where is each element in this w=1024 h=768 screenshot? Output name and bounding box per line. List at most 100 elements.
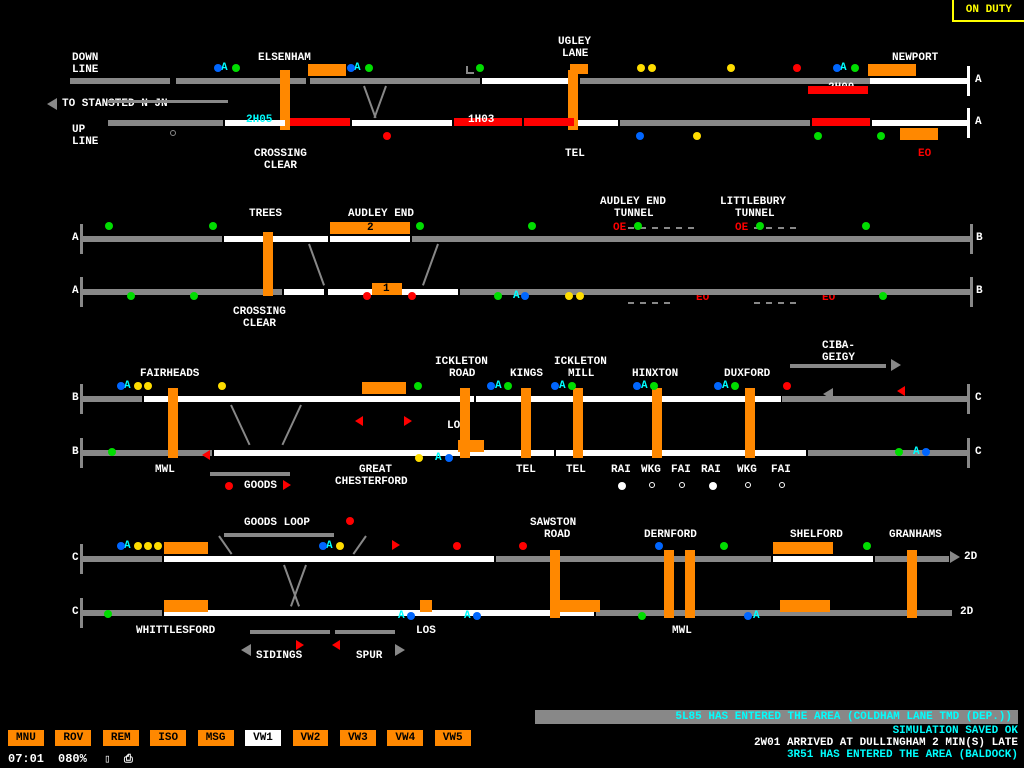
vw2-button[interactable]: VW2 <box>293 730 329 746</box>
signal-dot[interactable] <box>319 542 327 550</box>
signal-dot[interactable] <box>551 382 559 390</box>
signal-dot[interactable] <box>363 292 371 300</box>
signal-dot[interactable] <box>851 64 859 72</box>
shunt-signal-icon[interactable] <box>332 640 340 650</box>
shunt-signal-icon[interactable] <box>355 416 363 426</box>
track-gray <box>782 396 970 402</box>
signal-dot[interactable] <box>576 292 584 300</box>
signal-dot[interactable] <box>383 132 391 140</box>
signal-dot[interactable] <box>487 382 495 390</box>
print-icon[interactable]: ⎙ <box>124 754 133 766</box>
signal-dot[interactable] <box>636 132 644 140</box>
signal-dot[interactable] <box>117 542 125 550</box>
vw4-button[interactable]: VW4 <box>387 730 423 746</box>
train-id[interactable]: 2H05 <box>246 114 272 126</box>
signal-dot[interactable] <box>144 542 152 550</box>
signal-dot[interactable] <box>127 292 135 300</box>
signal-dot[interactable] <box>476 64 484 72</box>
shunt-signal-icon[interactable] <box>392 540 400 550</box>
signal-dot[interactable] <box>756 222 764 230</box>
signal-dot[interactable] <box>650 382 658 390</box>
shunt-signal-icon[interactable] <box>897 386 905 396</box>
signal-dot[interactable] <box>833 64 841 72</box>
msg3: 2W01 ARRIVED AT DULLINGHAM 2 MIN(S) LATE <box>535 737 1018 749</box>
signal-dot[interactable] <box>414 382 422 390</box>
signal-dot[interactable] <box>793 64 801 72</box>
signal-dot[interactable] <box>473 612 481 620</box>
signal-dot[interactable] <box>744 612 752 620</box>
signal-dot[interactable] <box>232 64 240 72</box>
signal-dot[interactable] <box>144 382 152 390</box>
signal-dot[interactable] <box>655 542 663 550</box>
signal-dot[interactable] <box>693 132 701 140</box>
signal-dot[interactable] <box>225 482 233 490</box>
signal-dot[interactable] <box>877 132 885 140</box>
signal-dot[interactable] <box>209 222 217 230</box>
signal-dot[interactable] <box>415 454 423 462</box>
signal-dot[interactable] <box>714 382 722 390</box>
end-letter: C <box>975 392 982 404</box>
iso-button[interactable]: ISO <box>150 730 186 746</box>
signal-dot[interactable] <box>170 130 176 136</box>
signal-dot[interactable] <box>727 64 735 72</box>
signal-dot[interactable] <box>494 292 502 300</box>
rov-button[interactable]: ROV <box>55 730 91 746</box>
signal-dot[interactable] <box>638 612 646 620</box>
signal-dot[interactable] <box>154 542 162 550</box>
signal-dot[interactable] <box>407 612 415 620</box>
signal-dot[interactable] <box>634 222 642 230</box>
signal-dot[interactable] <box>134 542 142 550</box>
mnu-button[interactable]: MNU <box>8 730 44 746</box>
signal-dot[interactable] <box>521 292 529 300</box>
signal-dot[interactable] <box>922 448 930 456</box>
shunt-signal-icon[interactable] <box>283 480 291 490</box>
signal-dot[interactable] <box>648 64 656 72</box>
signal-dot[interactable] <box>528 222 536 230</box>
signal-dot[interactable] <box>105 222 113 230</box>
vw1-button[interactable]: VW1 <box>245 730 281 746</box>
speed-icon[interactable]: ▯ <box>104 752 111 766</box>
signal-dot[interactable] <box>731 382 739 390</box>
shunt-signal-icon[interactable] <box>296 640 304 650</box>
signal-dot[interactable] <box>519 542 527 550</box>
signal-dot[interactable] <box>104 610 112 618</box>
signal-dot[interactable] <box>783 382 791 390</box>
signal-dot[interactable] <box>108 448 116 456</box>
vw5-button[interactable]: VW5 <box>435 730 471 746</box>
signal-dot[interactable] <box>214 64 222 72</box>
signal-dot[interactable] <box>895 448 903 456</box>
signal-dot[interactable] <box>117 382 125 390</box>
signal-dot[interactable] <box>218 382 226 390</box>
signal-dot[interactable] <box>416 222 424 230</box>
vw3-button[interactable]: VW3 <box>340 730 376 746</box>
signal-dot[interactable] <box>347 64 355 72</box>
signal-dot[interactable] <box>445 454 453 462</box>
signal-dot[interactable] <box>633 382 641 390</box>
arrow-left-icon <box>47 98 57 110</box>
ugley-label2: LANE <box>562 48 588 60</box>
signal-dot[interactable] <box>365 64 373 72</box>
shunt-signal-icon[interactable] <box>202 450 210 460</box>
signal-dot[interactable] <box>453 542 461 550</box>
signal-dot[interactable] <box>336 542 344 550</box>
signal-dot[interactable] <box>720 542 728 550</box>
a-label: A <box>398 610 405 622</box>
signal-dot[interactable] <box>814 132 822 140</box>
indicator-dot <box>649 482 655 488</box>
track-white <box>284 289 324 295</box>
signal-dot[interactable] <box>134 382 142 390</box>
signal-dot[interactable] <box>190 292 198 300</box>
rem-button[interactable]: REM <box>103 730 139 746</box>
train-id[interactable]: 1H03 <box>468 114 494 126</box>
msg-button[interactable]: MSG <box>198 730 234 746</box>
shunt-signal-icon[interactable] <box>404 416 412 426</box>
signal-dot[interactable] <box>408 292 416 300</box>
signal-dot[interactable] <box>346 517 354 525</box>
signal-dot[interactable] <box>568 382 576 390</box>
signal-dot[interactable] <box>565 292 573 300</box>
signal-dot[interactable] <box>879 292 887 300</box>
signal-dot[interactable] <box>862 222 870 230</box>
signal-dot[interactable] <box>504 382 512 390</box>
signal-dot[interactable] <box>637 64 645 72</box>
signal-dot[interactable] <box>863 542 871 550</box>
